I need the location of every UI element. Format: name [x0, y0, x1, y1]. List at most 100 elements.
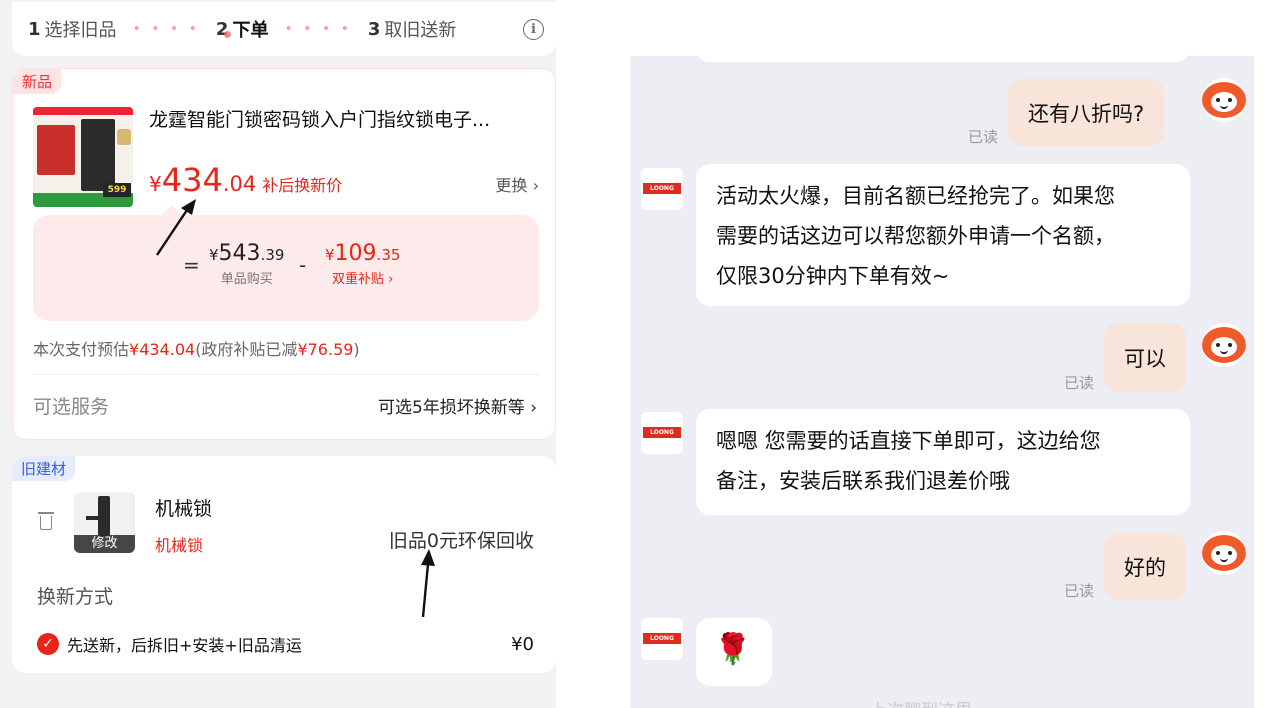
message-bubble-self[interactable]: 好的 [1104, 533, 1186, 600]
step-dots: • • • • [284, 21, 352, 37]
avatar-eye [1216, 98, 1220, 102]
message-line: 活动太火爆，目前名额已经抢完了。如果您 [716, 184, 1115, 208]
chevron-right-icon: › [530, 398, 537, 418]
avatar-eye [1228, 343, 1232, 347]
message-bubble-agent[interactable]: 嗯嗯 您需要的话直接下单即可，这边给您 备注，安装后联系我们退差价哦 [696, 409, 1190, 515]
price-currency: ¥ [149, 172, 162, 196]
step-1-label: 选择旧品 [44, 20, 117, 41]
message-bubble-self[interactable]: 可以 [1104, 323, 1186, 392]
shop-logo[interactable]: LOONG [641, 618, 683, 660]
avatar-eye [1216, 551, 1220, 555]
message-line: 仅限30分钟内下单有效~ [716, 264, 950, 288]
history-hint[interactable]: 上次聊到这里 [870, 696, 972, 708]
equals-sign: = [183, 253, 200, 277]
pay-note-a: (政府补贴已减 [195, 340, 298, 359]
rose-emoji: 🌹 [714, 632, 752, 667]
step-3-number: 3 [367, 18, 381, 40]
step-1-number: 1 [28, 18, 41, 40]
subsidy-label: 双重补贴 › [332, 272, 394, 287]
service-selector[interactable]: 可选5年损坏换新等 › [378, 393, 537, 418]
shop-logo[interactable]: LOONG [641, 168, 683, 210]
option-price: ¥0 [511, 634, 534, 655]
subsidy[interactable]: ¥109.35 双重补贴 › [325, 241, 400, 287]
recycle-number: 0 [426, 530, 439, 552]
message-bubble-agent[interactable]: 🌹 [696, 618, 772, 686]
message-line: 嗯嗯 您需要的话直接下单即可，这边给您 [716, 429, 1101, 453]
user-avatar[interactable] [1202, 531, 1246, 575]
chevron-right-icon: › [532, 176, 539, 195]
unit-price-currency: ¥ [209, 246, 219, 264]
method-label: 换新方式 [37, 586, 114, 608]
avatar-eye [1216, 343, 1220, 347]
edit-button[interactable]: 修改 [74, 535, 135, 553]
old-item-image[interactable]: 修改 [74, 492, 135, 553]
recycle-a: 旧品 [388, 530, 427, 552]
subsidy-integer: 109 [334, 241, 377, 266]
step-2[interactable]: 2 下单 [216, 16, 269, 42]
change-label: 更换 [495, 176, 528, 195]
avatar-eye [1228, 98, 1232, 102]
subsidy-decimal: .35 [376, 246, 401, 264]
divider [33, 374, 539, 375]
unit-price-label: 单品购买 [220, 272, 273, 287]
step-2-label: 下单 [232, 20, 269, 41]
recycle-value: 旧品0元环保回收 [389, 526, 534, 553]
price-decimal: .04 [222, 172, 257, 196]
payment-estimate: 本次支付预估¥434.04(政府补贴已减¥76.59) [33, 336, 360, 360]
new-item-card: 新品 599 龙霆智能门锁密码锁入户门指纹锁电子... ¥434.04 补后换新价… [12, 68, 556, 440]
minus-sign: - [299, 253, 307, 277]
avatar-eye [1228, 551, 1232, 555]
check-circle-icon[interactable]: ✓ [37, 633, 59, 655]
avatar-face-inner [1211, 545, 1237, 565]
shop-logo-text: LOONG [643, 427, 681, 438]
step-dots: • • • • [132, 21, 200, 37]
shop-logo[interactable]: LOONG [641, 412, 683, 454]
info-icon[interactable]: i [523, 19, 544, 40]
step-2-number: 2 [215, 18, 231, 40]
trade-in-option[interactable]: ✓ 先送新，后拆旧+安装+旧品清运 [37, 632, 302, 656]
trash-body [40, 516, 52, 530]
avatar-face-inner [1211, 92, 1237, 112]
step-1[interactable]: 1 选择旧品 [28, 16, 117, 42]
price-label: 补后换新价 [262, 176, 343, 195]
trash-icon[interactable] [38, 512, 54, 530]
user-avatar[interactable] [1202, 78, 1246, 122]
message-bubble-agent[interactable]: 活动太火爆，目前名额已经抢完了。如果您 需要的话这边可以帮您额外申请一个名额， … [696, 164, 1190, 306]
change-product-button[interactable]: 更换 › [495, 172, 539, 196]
trash-lid [38, 512, 54, 514]
old-item-card: 旧建材 修改 机械锁 机械锁 旧品0元环保回收 换新方式 ✓ 先送新，后拆旧+安… [12, 456, 556, 673]
product-title[interactable]: 龙霆智能门锁密码锁入户门指纹锁电子... [149, 105, 544, 132]
read-receipt: 已读 [1064, 582, 1095, 600]
new-item-tag: 新品 [13, 69, 62, 94]
product-thumbnail[interactable]: 599 [33, 107, 133, 207]
chat-panel: 还有八折吗? 已读 LOONG 活动太火爆，目前名额已经抢完了。如果您 需要的话… [630, 56, 1254, 708]
thumb-panel [37, 125, 75, 175]
unit-price-decimal: .39 [260, 246, 285, 264]
recycle-b: 元环保回收 [438, 530, 534, 552]
pay-note-b: ) [353, 340, 360, 359]
old-item-type: 机械锁 [155, 536, 204, 555]
thumb-price-badge: 599 [103, 183, 131, 197]
step-3[interactable]: 3 取旧送新 [368, 16, 457, 42]
option-label: 先送新，后拆旧+安装+旧品清运 [67, 636, 302, 655]
price-integer: 434 [161, 161, 223, 199]
order-panel: 1 选择旧品 • • • • 2 下单 • • • • 3 取旧送新 i 新品 [0, 0, 556, 708]
price-breakdown: = ¥543.39 单品购买 - ¥109.35 双重补贴 › [33, 205, 539, 321]
user-avatar[interactable] [1202, 323, 1246, 367]
previous-message-bubble [696, 56, 1190, 62]
message-line: 备注，安装后联系我们退差价哦 [716, 469, 1010, 493]
message-line: 需要的话这边可以帮您额外申请一个名额， [716, 224, 1115, 248]
service-value: 可选5年损坏换新等 [377, 398, 525, 418]
thumb-badge-gold [117, 129, 131, 145]
lock-handle [86, 516, 100, 520]
unit-price: ¥543.39 单品购买 [209, 241, 284, 287]
message-bubble-self[interactable]: 还有八折吗? [1008, 79, 1165, 146]
thumb-lock [81, 119, 115, 191]
pay-amount: ¥434.04 [129, 340, 196, 359]
service-label: 可选服务 [33, 396, 110, 418]
thumb-banner [33, 107, 133, 115]
trade-in-price: ¥434.04 补后换新价 [149, 161, 342, 199]
unit-price-integer: 543 [218, 241, 261, 266]
read-receipt: 已读 [1064, 374, 1095, 392]
pay-prefix: 本次支付预估 [33, 340, 130, 359]
